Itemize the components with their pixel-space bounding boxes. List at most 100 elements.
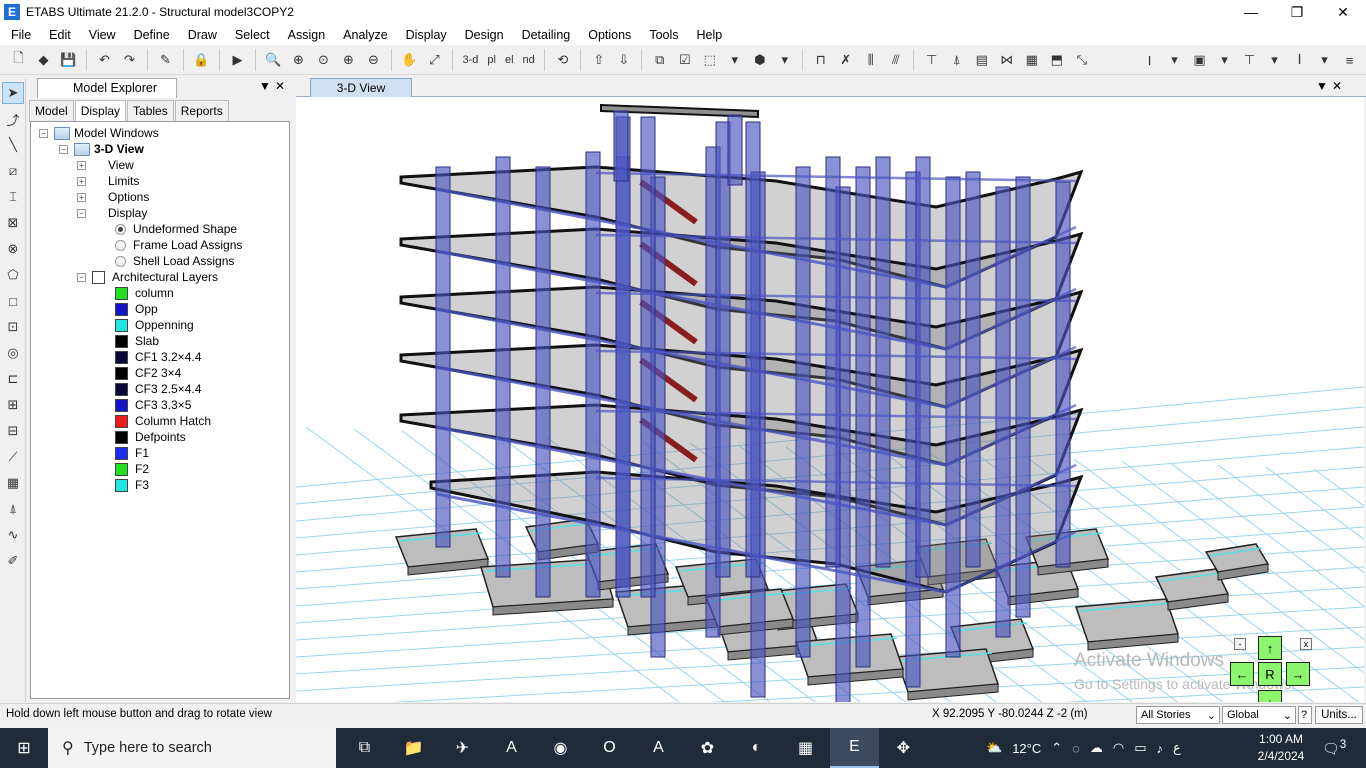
rubber-band-icon[interactable]: ⤢ xyxy=(424,49,446,71)
layer-item[interactable]: CF3 3.3×5 xyxy=(31,397,289,413)
autocad-2-icon[interactable]: A xyxy=(634,728,683,768)
layer-item[interactable]: CF1 3.2×4.4 xyxy=(31,349,289,365)
layer-color-swatch[interactable] xyxy=(115,382,128,396)
tree-node-view[interactable]: + View xyxy=(31,157,289,173)
notification-icon[interactable]: 🗨3 xyxy=(1322,738,1346,758)
draw-link-icon[interactable]: ⊗ xyxy=(2,238,24,260)
design-wall-icon[interactable]: ▦ xyxy=(1021,49,1043,71)
layer-color-swatch[interactable] xyxy=(115,366,128,380)
radio-selected-icon[interactable] xyxy=(115,223,126,235)
nav-close-button[interactable]: x xyxy=(1300,638,1312,650)
draw-tendon-icon[interactable]: ⟋ xyxy=(2,446,24,468)
undo-icon[interactable]: ↶ xyxy=(94,49,116,71)
menu-options[interactable]: Options xyxy=(579,28,640,42)
firefox-icon[interactable]: ◉ xyxy=(536,728,585,768)
layer-item[interactable]: CF2 3×4 xyxy=(31,365,289,381)
menu-assign[interactable]: Assign xyxy=(279,28,335,42)
menu-detailing[interactable]: Detailing xyxy=(513,28,580,42)
pencil-icon[interactable]: ✎ xyxy=(155,49,177,71)
language-indicator[interactable]: ع xyxy=(1173,740,1181,756)
collapse-icon[interactable]: − xyxy=(59,144,68,154)
frame-dropdown-icon[interactable]: ▾ xyxy=(1214,49,1236,71)
menu-file[interactable]: File xyxy=(2,28,40,42)
layer-item[interactable]: Opp xyxy=(31,301,289,317)
draw-grid-icon[interactable]: ▦ xyxy=(2,472,24,494)
taskbar-clock[interactable]: 1:00 AM 2/4/2024 xyxy=(1250,731,1312,765)
collapse-icon[interactable]: − xyxy=(77,272,86,282)
move-down-icon[interactable]: ⇩ xyxy=(613,49,635,71)
coord-system-selector[interactable]: Global ⌄ xyxy=(1222,706,1296,724)
task-view-icon[interactable]: ⧉ xyxy=(340,728,389,768)
menu-select[interactable]: Select xyxy=(226,28,279,42)
section-dropdown-icon[interactable]: ▾ xyxy=(1164,49,1186,71)
run-analysis-icon[interactable]: ▶ xyxy=(227,49,249,71)
nav-left-button[interactable]: ← xyxy=(1230,662,1254,686)
layer-item[interactable]: CF3 2.5×4.4 xyxy=(31,381,289,397)
tee-section-icon[interactable]: ⊤ xyxy=(1239,49,1261,71)
radio-undeformed-shape[interactable]: Undeformed Shape xyxy=(31,221,289,237)
draw-dimension-icon[interactable]: ⍋ xyxy=(2,498,24,520)
plan-view-button[interactable]: pl xyxy=(484,49,499,71)
reshape-icon[interactable]: ⤴ xyxy=(2,108,24,130)
design-connection-icon[interactable]: ⤡ xyxy=(1071,49,1093,71)
draw-floor-icon[interactable]: ⬠ xyxy=(2,264,24,286)
nav-right-button[interactable]: → xyxy=(1286,662,1310,686)
nav-minimize-button[interactable]: - xyxy=(1234,638,1246,650)
draw-curve-icon[interactable]: ∿ xyxy=(2,524,24,546)
set-display-options-icon[interactable]: ☑ xyxy=(674,49,696,71)
menu-view[interactable]: View xyxy=(80,28,125,42)
object-shrink-icon[interactable]: ⧉ xyxy=(649,49,671,71)
paint-icon[interactable]: ✿ xyxy=(683,728,732,768)
deformed-dropdown-icon[interactable]: ▾ xyxy=(774,49,796,71)
design-shell-icon[interactable]: ⍋ xyxy=(946,49,968,71)
wifi-icon[interactable]: ◠ xyxy=(1113,740,1124,756)
windows-start-icon[interactable]: ⊞ xyxy=(0,728,48,768)
draw-rect-floor-icon[interactable]: □ xyxy=(2,290,24,312)
nav-reset-button[interactable]: R xyxy=(1258,662,1282,686)
menu-display[interactable]: Display xyxy=(397,28,456,42)
nd-view-button[interactable]: nd xyxy=(520,49,538,71)
draw-frame-icon[interactable]: ╲ xyxy=(2,134,24,156)
view-pin-icon[interactable]: ▼ xyxy=(1316,79,1328,93)
frame-forces-icon[interactable]: ⊓ xyxy=(810,49,832,71)
lock-icon[interactable]: 🔒 xyxy=(191,49,213,71)
panel-close-icon[interactable]: ✕ xyxy=(275,79,285,93)
show-undeformed-icon[interactable]: ⬚ xyxy=(699,49,721,71)
tree-node-architectural-layers[interactable]: − Architectural Layers xyxy=(31,269,289,285)
layer-color-swatch[interactable] xyxy=(115,478,128,492)
rotate-view-icon[interactable]: ⟲ xyxy=(552,49,574,71)
help-button[interactable]: ? xyxy=(1298,706,1312,724)
draw-column-icon[interactable]: ⌶ xyxy=(2,186,24,208)
opera-icon[interactable]: O xyxy=(585,728,634,768)
layer-color-swatch[interactable] xyxy=(115,334,128,348)
pin-icon[interactable]: ▼ xyxy=(259,79,271,93)
layer-color-swatch[interactable] xyxy=(115,430,128,444)
telegram-icon[interactable]: ✈ xyxy=(438,728,487,768)
volume-icon[interactable]: ♪ xyxy=(1157,741,1164,756)
shell-forces-icon[interactable]: ✗ xyxy=(835,49,857,71)
maximize-button[interactable]: ❐ xyxy=(1274,0,1320,24)
section-designer-icon[interactable]: I xyxy=(1139,49,1161,71)
layer-item[interactable]: F3 xyxy=(31,477,289,493)
menu-draw[interactable]: Draw xyxy=(179,28,226,42)
tab-3d-view[interactable]: 3-D View xyxy=(310,78,412,97)
layer-color-swatch[interactable] xyxy=(115,462,128,476)
layer-item[interactable]: column xyxy=(31,285,289,301)
zoom-previous-icon[interactable]: ⊙ xyxy=(313,49,335,71)
view-close-icon[interactable]: ✕ xyxy=(1332,79,1342,93)
view-3d-button[interactable]: 3-d xyxy=(460,49,482,71)
open-file-icon[interactable]: ◆ xyxy=(33,49,55,71)
webcam-icon[interactable]: ◌ xyxy=(1072,741,1080,756)
tab-model[interactable]: Model xyxy=(29,100,74,122)
design-slab-icon[interactable]: ⬒ xyxy=(1046,49,1068,71)
story-selector[interactable]: All Stories ⌄ xyxy=(1136,706,1220,724)
layer-color-swatch[interactable] xyxy=(115,398,128,412)
draw-beam-icon[interactable]: ⧄ xyxy=(2,160,24,182)
tab-display[interactable]: Display xyxy=(74,100,127,122)
draw-brace-icon[interactable]: ⊠ xyxy=(2,212,24,234)
chevron-up-icon[interactable]: ⌃ xyxy=(1051,740,1062,756)
draw-wall-stack-icon[interactable]: ⊟ xyxy=(2,420,24,442)
layer-item[interactable]: Column Hatch xyxy=(31,413,289,429)
layers-checkbox[interactable] xyxy=(92,270,105,284)
structural-model-drawing[interactable] xyxy=(296,97,1364,702)
